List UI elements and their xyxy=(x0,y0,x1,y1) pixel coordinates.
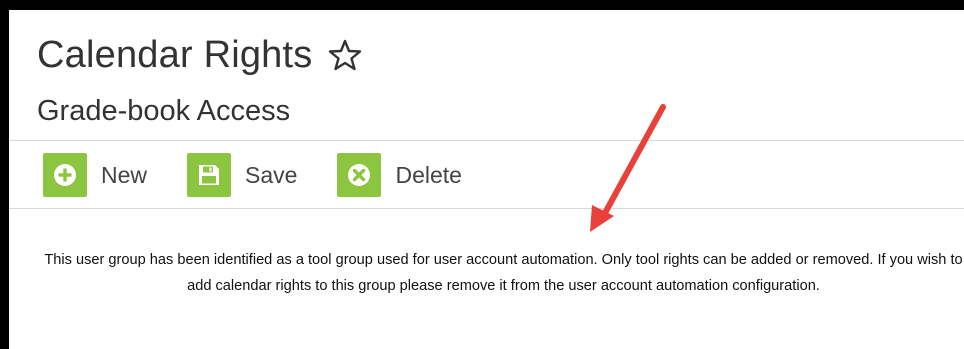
star-icon[interactable] xyxy=(328,38,362,72)
title-row: Calendar Rights xyxy=(37,32,362,78)
save-button[interactable]: Save xyxy=(187,153,297,197)
new-button[interactable]: New xyxy=(43,153,147,197)
toolbar-divider xyxy=(9,208,964,209)
delete-button[interactable]: Delete xyxy=(337,153,462,197)
plus-circle-icon xyxy=(43,153,87,197)
page-title: Calendar Rights xyxy=(37,34,313,76)
action-toolbar: New Save Delete xyxy=(43,151,502,199)
x-circle-icon xyxy=(337,153,382,197)
window-frame-top xyxy=(0,0,964,10)
save-button-label: Save xyxy=(245,161,298,188)
floppy-disk-icon xyxy=(187,153,232,197)
main-content: Calendar Rights Grade-book Access New Sa… xyxy=(9,10,964,349)
new-button-label: New xyxy=(101,161,148,188)
page-subtitle: Grade-book Access xyxy=(37,95,291,127)
info-message: This user group has been identified as a… xyxy=(44,252,963,294)
header-divider xyxy=(9,140,964,141)
delete-button-label: Delete xyxy=(395,161,462,188)
window-frame-left xyxy=(0,0,9,349)
